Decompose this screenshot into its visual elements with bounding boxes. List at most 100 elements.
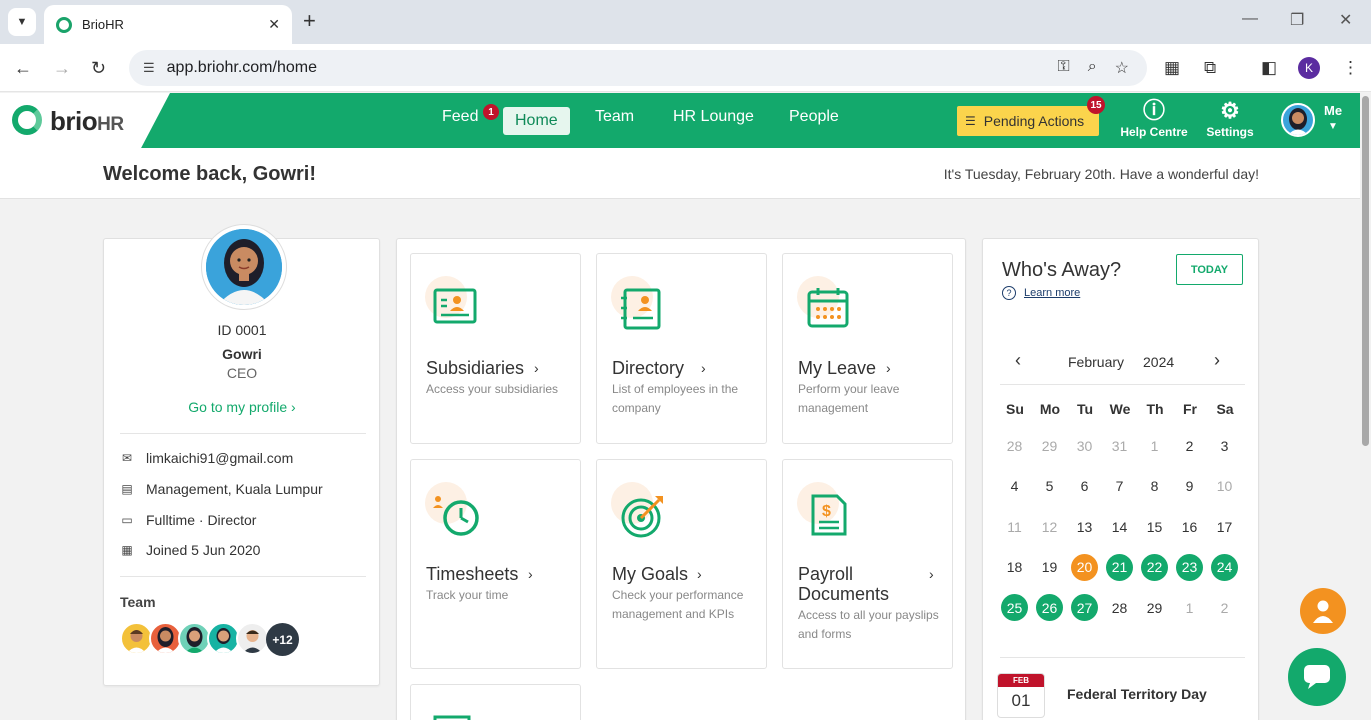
- next-month-icon[interactable]: ›: [1214, 350, 1220, 371]
- browser-profile-avatar[interactable]: K: [1298, 57, 1320, 79]
- calendar-day[interactable]: 27: [1071, 594, 1098, 621]
- chevron-right-icon: ›: [701, 360, 706, 376]
- tile-payroll-documents[interactable]: $ Payroll Documents › Access to all your…: [782, 459, 953, 669]
- go-to-profile-link[interactable]: Go to my profile ›: [104, 399, 380, 415]
- calendar-day[interactable]: 28: [1001, 432, 1028, 459]
- page-scrollbar-thumb[interactable]: [1362, 96, 1369, 446]
- employment-row: ▭ Fulltime · Director: [120, 512, 256, 528]
- side-panel-icon[interactable]: ◧: [1261, 56, 1277, 80]
- calendar-day[interactable]: 22: [1141, 553, 1168, 581]
- tile-timesheets[interactable]: Timesheets › Track your time: [410, 459, 581, 669]
- today-button[interactable]: TODAY: [1176, 254, 1243, 285]
- tile-my-goals[interactable]: My Goals › Check your performance manage…: [596, 459, 767, 669]
- calendar-day[interactable]: 13: [1071, 513, 1098, 540]
- calendar-day[interactable]: 26: [1036, 594, 1063, 621]
- calendar-day[interactable]: 29: [1036, 432, 1063, 459]
- password-key-icon[interactable]: ⚿: [1058, 58, 1070, 78]
- pending-actions-button[interactable]: ☰ Pending Actions: [957, 106, 1099, 136]
- calendar-day[interactable]: 28: [1106, 594, 1133, 621]
- calendar-day[interactable]: 30: [1071, 432, 1098, 459]
- me-avatar[interactable]: [1281, 103, 1315, 137]
- site-settings-icon[interactable]: ☰: [143, 60, 155, 76]
- calendar-day[interactable]: 25: [1001, 594, 1028, 621]
- calendar-day[interactable]: 5: [1036, 473, 1063, 500]
- calendar-day[interactable]: 3: [1211, 432, 1238, 459]
- calendar-month: February: [1068, 354, 1125, 370]
- weekday-header: Mo: [1039, 401, 1061, 417]
- back-icon[interactable]: ←: [14, 56, 32, 80]
- calendar-day[interactable]: 15: [1141, 513, 1168, 540]
- tile-desc: List of employees in the company: [612, 382, 739, 415]
- tile-directory[interactable]: Directory › List of employees in the com…: [596, 253, 767, 444]
- nav-team[interactable]: Team: [583, 103, 646, 131]
- calendar-day[interactable]: 1: [1176, 594, 1203, 621]
- address-bar[interactable]: ☰ app.briohr.com/home ⚿ ⌕ ☆: [129, 50, 1147, 86]
- help-centre-button[interactable]: ⓘ Help Centre: [1119, 99, 1189, 140]
- calendar-day[interactable]: 7: [1106, 473, 1133, 500]
- browser-tab-strip: ▼ BrioHR ✕ + — ❐ ✕: [0, 0, 1371, 44]
- url-text: app.briohr.com/home: [166, 59, 317, 76]
- tile-subsidiaries[interactable]: Subsidiaries › Access your subsidiaries: [410, 253, 581, 444]
- tile-my-leave[interactable]: My Leave › Perform your leave management: [782, 253, 953, 444]
- team-more-badge[interactable]: +12: [266, 623, 299, 656]
- calendar-day[interactable]: 2: [1211, 594, 1238, 621]
- profile-avatar[interactable]: [201, 224, 287, 310]
- calendar-day[interactable]: 1: [1141, 432, 1168, 459]
- calendar-day[interactable]: 20: [1071, 553, 1098, 581]
- calendar-day[interactable]: 24: [1211, 553, 1238, 581]
- calendar-day[interactable]: 10: [1211, 473, 1238, 500]
- reload-icon[interactable]: ↻: [91, 56, 106, 80]
- calendar-day[interactable]: 31: [1106, 432, 1133, 459]
- holiday-month: FEB: [998, 674, 1044, 687]
- new-tab-icon[interactable]: +: [303, 10, 316, 32]
- me-caret-icon[interactable]: ▼: [1328, 121, 1338, 132]
- browser-tab[interactable]: BrioHR ✕: [44, 5, 292, 44]
- joined-text: Joined 5 Jun 2020: [146, 542, 261, 558]
- restore-icon[interactable]: ❐: [1290, 10, 1304, 30]
- bookmark-star-icon[interactable]: ☆: [1115, 58, 1129, 78]
- calendar-day[interactable]: 14: [1106, 513, 1133, 540]
- chat-button[interactable]: [1288, 648, 1346, 706]
- logo[interactable]: brioHR: [0, 93, 170, 148]
- me-label[interactable]: Me: [1324, 103, 1342, 118]
- extension-qr-icon[interactable]: ▦: [1164, 56, 1180, 80]
- calendar-day[interactable]: 8: [1141, 473, 1168, 500]
- quick-links-panel: Subsidiaries › Access your subsidiaries …: [396, 238, 966, 720]
- tab-search-chevron-icon[interactable]: ▼: [8, 8, 36, 36]
- minimize-icon[interactable]: —: [1242, 10, 1258, 28]
- calendar-day[interactable]: 4: [1001, 473, 1028, 500]
- calendar-day[interactable]: 19: [1036, 554, 1063, 581]
- window-close-icon[interactable]: ✕: [1339, 10, 1352, 30]
- tab-close-icon[interactable]: ✕: [268, 16, 280, 33]
- chevron-right-icon: ›: [697, 566, 702, 582]
- extensions-puzzle-icon[interactable]: ⧉: [1204, 56, 1216, 80]
- calendar-day[interactable]: 18: [1001, 554, 1028, 581]
- calendar-day[interactable]: 16: [1176, 513, 1203, 540]
- weekday-header: Th: [1146, 401, 1164, 417]
- calendar-day[interactable]: 9: [1176, 473, 1203, 500]
- calendar-day[interactable]: 12: [1036, 513, 1063, 540]
- payslip-icon: $: [811, 494, 847, 536]
- calendar-day[interactable]: 11: [1001, 513, 1028, 540]
- team-member-avatar[interactable]: [236, 622, 269, 655]
- nav-people[interactable]: People: [777, 103, 851, 131]
- user-assist-button[interactable]: [1300, 588, 1346, 634]
- browser-menu-icon[interactable]: ⋮: [1342, 56, 1359, 80]
- nav-home[interactable]: Home: [503, 107, 570, 135]
- calendar-day[interactable]: 2: [1176, 432, 1203, 459]
- prev-month-icon[interactable]: ‹: [1015, 350, 1021, 371]
- nav-feed[interactable]: Feed: [430, 103, 490, 131]
- settings-button[interactable]: ⚙ Settings: [1195, 99, 1265, 140]
- tile-desc: Access to all your payslips and forms: [798, 608, 939, 641]
- app-header: brioHR Feed 1 Home Team HR Lounge People…: [0, 93, 1371, 148]
- learn-more-link[interactable]: ? Learn more: [1002, 286, 1080, 300]
- tile-partial[interactable]: [410, 684, 581, 720]
- zoom-icon[interactable]: ⌕: [1088, 58, 1097, 78]
- calendar-day[interactable]: 17: [1211, 513, 1238, 540]
- calendar-day[interactable]: 29: [1141, 594, 1168, 621]
- calendar-day[interactable]: 23: [1176, 553, 1203, 581]
- calendar-day[interactable]: 21: [1106, 553, 1133, 581]
- nav-hr-lounge[interactable]: HR Lounge: [661, 103, 766, 131]
- calendar-day[interactable]: 6: [1071, 473, 1098, 500]
- forward-icon[interactable]: →: [53, 56, 71, 80]
